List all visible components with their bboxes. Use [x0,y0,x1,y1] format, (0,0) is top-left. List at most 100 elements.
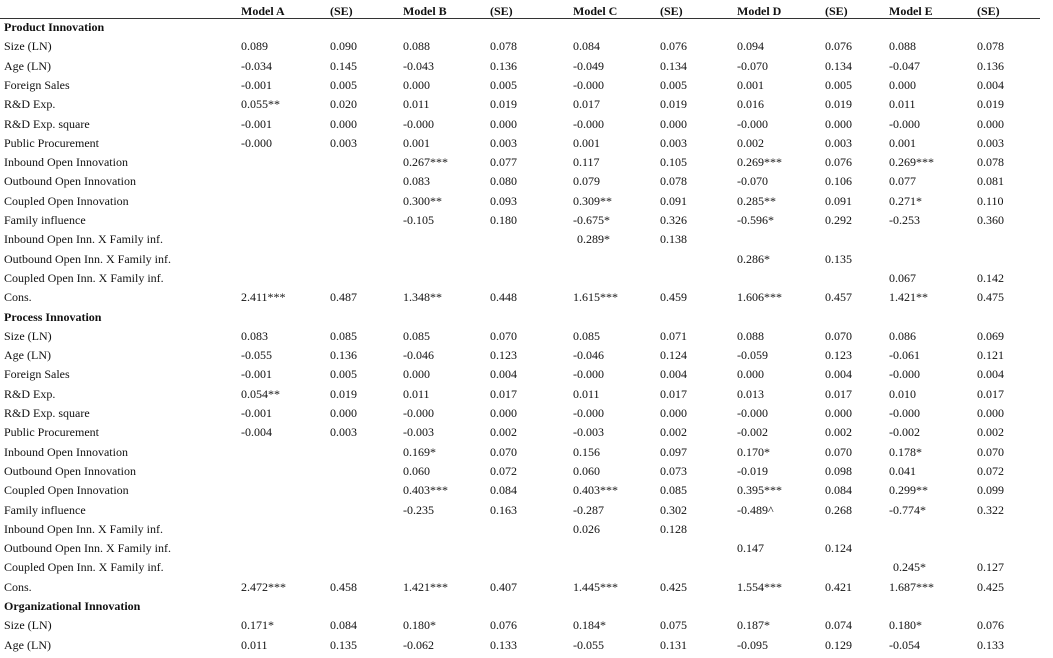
coefficient-cell: 1.687*** [889,579,934,594]
row-label: Inbound Open Inn. X Family inf. [4,521,163,536]
table-row: Inbound Open Innovation 0.169* 0.070 0.156 0… [0,443,1053,462]
row-label: Public Procurement [4,135,99,150]
table-row: Outbound Open Inn. X Family inf. 0.286* 0.… [0,250,1053,269]
se-cell: 0.078 [977,39,1004,54]
coefficient-cell: -0.000 [573,406,604,420]
coefficient-cell: 1.421** [889,290,928,305]
se-cell: 0.002 [825,425,852,440]
coefficient-cell: 0.077 [889,174,916,189]
coefficient-cell: 0.001 [403,135,430,150]
coefficient-cell: -0.002 [889,425,920,440]
coefficient-cell: 0.300** [403,193,442,208]
se-cell: 0.003 [490,135,517,150]
coefficient-cell: 0.054** [241,386,280,401]
row-label: R&D Exp. square [4,116,90,131]
row-label: R&D Exp. [4,97,56,112]
coefficient-cell: 1.445*** [573,579,618,594]
coefficient-cell: 0.055** [241,97,280,112]
se-cell: 0.005 [825,77,852,92]
coefficient-cell: 0.086 [889,328,916,343]
se-cell: 0.134 [825,58,852,73]
row-label: Inbound Open Innovation [4,444,128,459]
se-cell: 0.000 [330,406,357,420]
coefficient-cell: 0.011 [403,97,430,112]
row-label: Outbound Open Inn. X Family inf. [4,541,171,556]
coefficient-cell: -0.000 [573,116,604,131]
coefficient-cell: 0.017 [573,97,600,112]
se-cell: 0.003 [330,425,357,440]
row-label: Family influence [4,502,86,517]
se-cell: 0.136 [490,58,517,73]
se-cell: 0.000 [330,116,357,131]
table-row: Foreign Sales -0.001 0.005 0.000 0.004 -0.000… [0,365,1053,384]
section-header: Organizational Innovation [0,597,1053,616]
se-cell: 0.000 [660,406,687,420]
se-cell: 0.003 [977,135,1004,150]
coefficient-cell: -0.049 [573,58,604,73]
coefficient-cell: -0.061 [889,348,920,363]
se-cell: 0.071 [660,328,687,343]
coefficient-cell: 0.026 [573,521,600,536]
table-row: Outbound Open Innovation 0.083 0.080 0.079 0… [0,172,1053,191]
table-row: Age (LN) -0.034 0.145 -0.043 0.136 -0.049 0.13… [0,57,1053,76]
coefficient-cell: 0.085 [573,328,600,343]
se-cell: 0.000 [660,116,687,131]
se-cell: 0.005 [330,77,357,92]
coefficient-cell: -0.000 [889,406,920,420]
coefficient-cell: -0.070 [737,58,768,73]
coefficient-cell: 0.013 [737,386,764,401]
coefficient-cell: 0.147 [737,541,764,556]
coefficient-cell: 0.403*** [573,483,618,498]
se-cell: 0.004 [490,367,517,382]
se-cell: 0.138 [660,232,687,247]
se-cell: 0.135 [330,637,357,652]
coefficient-cell: -0.001 [241,406,272,420]
coefficient-cell: 0.187* [737,618,770,633]
coefficient-cell: 0.060 [403,463,430,478]
coefficient-cell: 0.171* [241,618,274,633]
se-cell: 0.017 [490,386,517,401]
row-label: Age (LN) [4,58,51,73]
table-row: Outbound Open Inn. X Family inf. 0.147 0.1… [0,539,1053,558]
se-cell: 0.019 [825,97,852,112]
se-cell: 0.475 [977,290,1004,305]
table-row: Family influence -0.105 0.180 -0.675* 0.326 -… [0,211,1053,230]
se-cell: 0.145 [330,58,357,73]
se-cell: 0.076 [977,618,1004,633]
se-cell: 0.425 [977,579,1004,594]
se-cell: 0.302 [660,502,687,517]
se-cell: 0.019 [977,97,1004,112]
se-cell: 0.142 [977,270,1004,285]
coefficient-cell: 0.285** [737,193,776,208]
coefficient-cell: 0.001 [889,135,916,150]
se-cell: 0.000 [825,116,852,131]
coefficient-cell: 0.088 [889,39,916,54]
row-label: Coupled Open Inn. X Family inf. [4,560,164,575]
coefficient-cell: 0.041 [889,463,916,478]
se-cell: 0.124 [660,348,687,363]
se-cell: 0.090 [330,39,357,54]
se-cell: 0.110 [977,193,1004,208]
se-cell: 0.074 [825,618,852,633]
coefficient-cell: 0.083 [403,174,430,189]
se-cell: 0.005 [660,77,687,92]
coefficient-cell: 0.089 [241,39,268,54]
coefficient-cell: -0.019 [737,463,768,478]
coefficient-cell: -0.287 [573,502,604,517]
se-cell: 0.004 [825,367,852,382]
coefficient-cell: 0.245* [893,560,926,575]
coefficient-cell: 0.184* [573,618,606,633]
se-cell: 0.000 [977,116,1004,131]
row-label: Size (LN) [4,618,52,633]
se-cell: 0.081 [977,174,1004,189]
coefficient-cell: -0.003 [403,425,434,440]
section-title: Process Innovation [4,309,102,324]
se-cell: 0.105 [660,155,687,170]
se-cell: 0.123 [490,348,517,363]
se-cell: 0.019 [490,97,517,112]
se-cell: 0.425 [660,579,687,594]
coefficient-cell: 1.606*** [737,290,782,305]
coefficient-cell: 0.094 [737,39,764,54]
coefficient-cell: 0.269*** [889,155,934,170]
coefficient-cell: 0.403*** [403,483,448,498]
